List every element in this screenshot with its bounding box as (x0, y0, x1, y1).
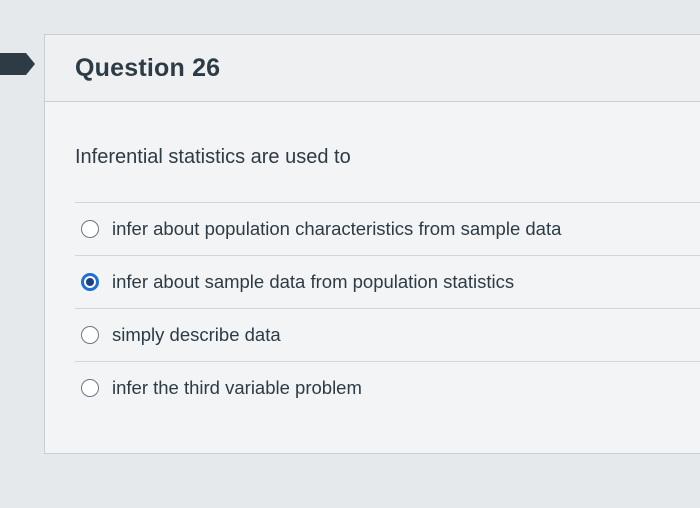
answer-option-3[interactable]: simply describe data (75, 308, 700, 361)
answer-label[interactable]: infer the third variable problem (112, 377, 362, 399)
question-title: Question 26 (75, 53, 221, 82)
question-header: Question 26 (45, 35, 700, 102)
answer-option-4[interactable]: infer the third variable problem (75, 361, 700, 414)
answer-label[interactable]: infer about population characteristics f… (112, 218, 561, 240)
answer-option-1[interactable]: infer about population characteristics f… (75, 202, 700, 255)
radio-button[interactable] (81, 220, 99, 238)
answer-option-2[interactable]: infer about sample data from population … (75, 255, 700, 308)
answer-list: infer about population characteristics f… (75, 202, 700, 414)
question-text: Inferential statistics are used to (75, 146, 351, 168)
radio-button[interactable] (81, 326, 99, 344)
question-body: Inferential statistics are used to infer… (45, 146, 700, 414)
question-card: Question 26 Inferential statistics are u… (44, 34, 700, 454)
answer-label[interactable]: infer about sample data from population … (112, 271, 514, 293)
flag-marker-icon (0, 53, 35, 75)
answer-label[interactable]: simply describe data (112, 324, 281, 346)
radio-button-selected[interactable] (81, 273, 99, 291)
radio-button[interactable] (81, 379, 99, 397)
